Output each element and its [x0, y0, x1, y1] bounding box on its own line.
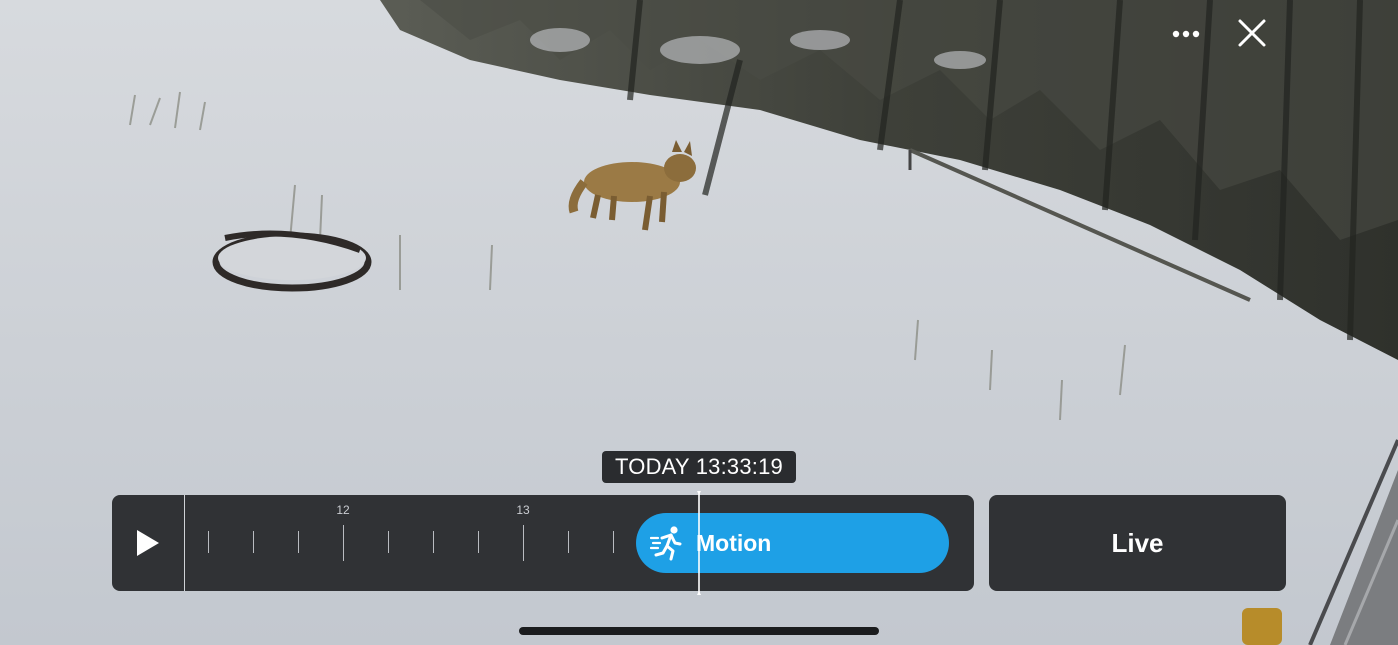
timeline-tick	[298, 531, 299, 553]
running-person-icon	[650, 526, 682, 561]
timeline-hour-label: 13	[516, 503, 530, 517]
timeline-tick	[208, 531, 209, 553]
playback-timeline[interactable]: 12 13 Motion	[112, 495, 974, 591]
motion-event-button[interactable]: Motion	[636, 513, 949, 573]
timeline-tick	[613, 531, 614, 553]
close-button[interactable]	[1232, 13, 1272, 53]
timeline-tick-major	[343, 525, 344, 561]
play-icon	[137, 530, 159, 556]
timeline-tick	[568, 531, 569, 553]
home-indicator[interactable]	[519, 627, 879, 635]
more-options-button[interactable]	[1166, 14, 1206, 54]
motion-event-label: Motion	[696, 530, 772, 556]
playhead-marker[interactable]	[697, 491, 701, 595]
timeline-tick	[478, 531, 479, 553]
timeline-tick	[388, 531, 389, 553]
ellipsis-icon	[1172, 30, 1200, 38]
timeline-tick-major	[523, 525, 524, 561]
play-button[interactable]	[112, 495, 184, 591]
timeline-tick	[433, 531, 434, 553]
playback-timestamp: TODAY 13:33:19	[602, 451, 796, 483]
timeline-tick	[253, 531, 254, 553]
live-button[interactable]: Live	[989, 495, 1286, 591]
timeline-hour-label: 12	[336, 503, 350, 517]
close-icon	[1238, 19, 1266, 47]
